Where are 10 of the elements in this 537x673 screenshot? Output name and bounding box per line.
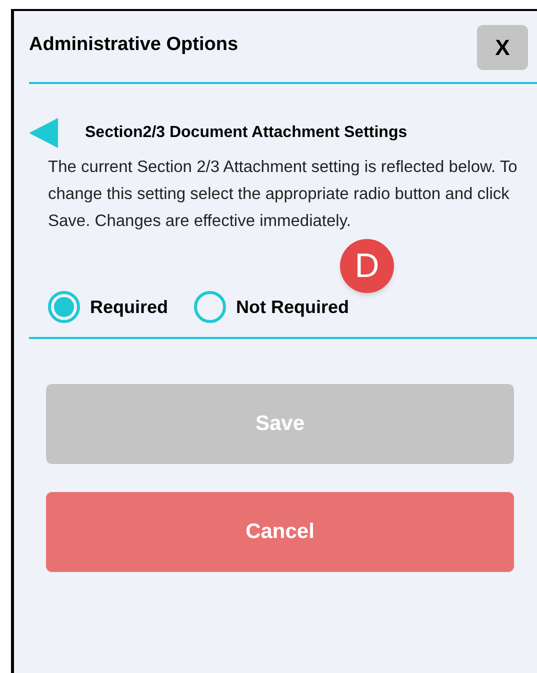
- dialog-title: Administrative Options: [29, 33, 238, 57]
- radio-label[interactable]: Required: [90, 294, 168, 320]
- section-heading: Section2/3 Document Attachment Settings: [85, 123, 408, 143]
- marker-badge: D: [340, 239, 394, 293]
- section-description: The current Section 2/3 Attachment setting is reflected below. To change this setting select the appropriate radio button and click Save. Changes are effective immediately.: [48, 157, 518, 232]
- radio-button[interactable]: [48, 291, 80, 323]
- back-triangle-icon[interactable]: [29, 118, 58, 148]
- radio-button[interactable]: [194, 291, 226, 323]
- radio-label[interactable]: Not Required: [236, 294, 350, 320]
- close-button[interactable]: X: [477, 25, 528, 70]
